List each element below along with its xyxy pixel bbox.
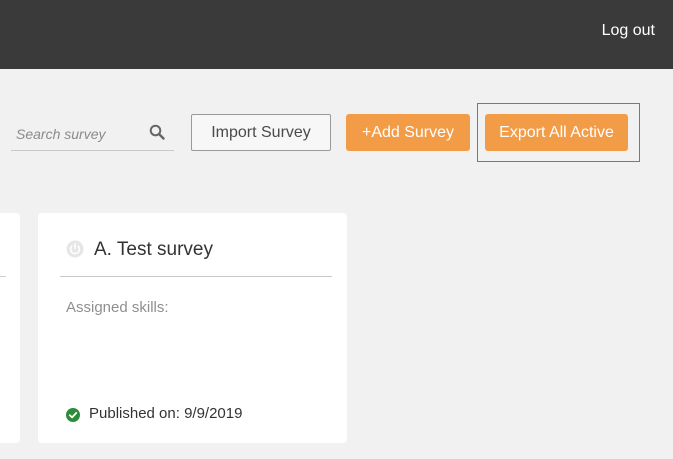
card-divider	[60, 276, 332, 277]
import-survey-button[interactable]: Import Survey	[191, 114, 331, 151]
export-all-active-button[interactable]: Export All Active	[485, 114, 628, 151]
search-box	[11, 120, 174, 151]
search-input[interactable]	[16, 122, 141, 146]
survey-card-partial[interactable]	[0, 213, 20, 443]
survey-card[interactable]: A. Test survey Assigned skills: Publishe…	[38, 213, 347, 443]
search-icon[interactable]	[149, 124, 165, 140]
assigned-skills-label: Assigned skills:	[66, 299, 169, 316]
logout-link[interactable]: Log out	[602, 22, 655, 40]
check-circle-icon	[66, 408, 80, 422]
card-divider	[0, 276, 6, 277]
power-icon[interactable]	[66, 240, 84, 258]
published-date: Published on: 9/9/2019	[89, 405, 243, 422]
add-survey-button[interactable]: +Add Survey	[346, 114, 470, 151]
survey-title[interactable]: A. Test survey	[94, 239, 213, 261]
top-nav-bar: Log out	[0, 0, 673, 69]
